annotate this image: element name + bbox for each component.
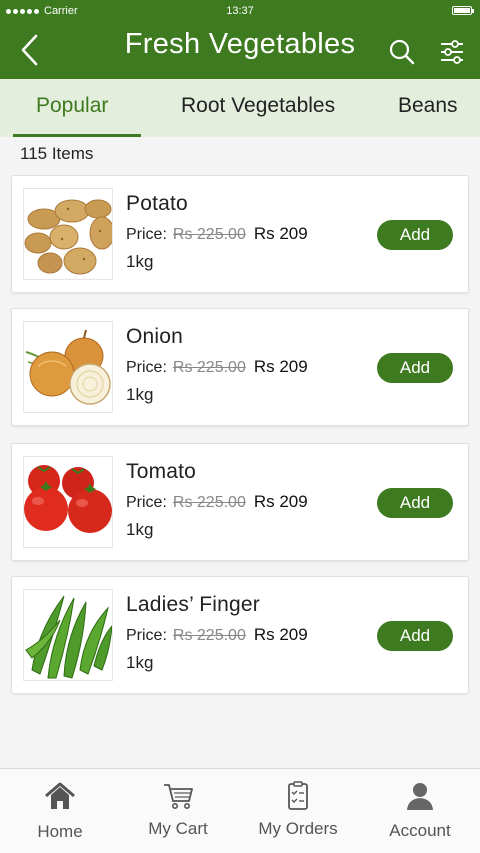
product-name: Ladies’ Finger [126, 593, 260, 616]
price-row: Price: Rs 225.00 Rs 209 [126, 224, 308, 244]
product-card: Potato Price: Rs 225.00 Rs 209 1kg Add [11, 175, 469, 293]
tab-root-vegetables[interactable]: Root Vegetables [181, 94, 335, 118]
search-icon[interactable] [384, 34, 420, 70]
product-quantity: 1kg [126, 385, 154, 404]
product-name: Onion [126, 325, 184, 348]
app-header: Fresh Vegetables [0, 22, 480, 79]
price-label: Price: [126, 226, 167, 243]
category-tabs: Popular Root Vegetables Beans [0, 79, 480, 137]
nav-account-label: Account [389, 821, 451, 840]
new-price: Rs 209 [253, 625, 308, 644]
items-count: 115 Items [20, 144, 94, 163]
tab-popular[interactable]: Popular [36, 94, 108, 118]
old-price: Rs 225.00 [172, 494, 246, 511]
product-name: Tomato [126, 460, 197, 483]
nav-cart-label: My Cart [148, 819, 208, 838]
active-tab-indicator [13, 134, 141, 137]
add-button[interactable]: Add [377, 220, 453, 250]
old-price: Rs 225.00 [172, 359, 246, 376]
account-icon [402, 781, 438, 811]
nav-orders-label: My Orders [258, 819, 338, 838]
page-title: Fresh Vegetables [124, 28, 356, 60]
product-card: Onion Price: Rs 225.00 Rs 209 1kg Add [11, 308, 469, 426]
product-quantity: 1kg [126, 252, 154, 271]
product-quantity: 1kg [126, 520, 154, 539]
product-quantity: 1kg [126, 653, 154, 672]
nav-home[interactable]: Home [0, 769, 120, 853]
add-button[interactable]: Add [377, 353, 453, 383]
new-price: Rs 209 [253, 492, 308, 511]
nav-account[interactable]: Account [360, 769, 480, 853]
price-row: Price: Rs 225.00 Rs 209 [126, 492, 308, 512]
product-card: Tomato Price: Rs 225.00 Rs 209 1kg Add [11, 443, 469, 561]
price-label: Price: [126, 627, 167, 644]
price-row: Price: Rs 225.00 Rs 209 [126, 625, 308, 645]
tab-beans[interactable]: Beans [398, 94, 458, 118]
new-price: Rs 209 [253, 224, 308, 243]
nav-orders[interactable]: My Orders [238, 769, 358, 853]
nav-home-label: Home [37, 822, 83, 841]
status-time: 13:37 [226, 5, 254, 17]
product-card: Ladies’ Finger Price: Rs 225.00 Rs 209 1… [11, 576, 469, 694]
okra-image [23, 589, 113, 681]
tomato-image [23, 456, 113, 548]
old-price: Rs 225.00 [172, 627, 246, 644]
old-price: Rs 225.00 [172, 226, 246, 243]
nav-cart[interactable]: My Cart [118, 769, 238, 853]
price-label: Price: [126, 359, 167, 376]
new-price: Rs 209 [253, 357, 308, 376]
back-icon[interactable] [10, 30, 50, 70]
add-button[interactable]: Add [377, 621, 453, 651]
status-bar: Carrier 13:37 [0, 0, 480, 22]
battery-icon [452, 6, 474, 15]
product-name: Potato [126, 192, 188, 215]
bottom-nav: Home My Cart My Orders Account [0, 768, 480, 853]
potato-image [23, 188, 113, 280]
add-button[interactable]: Add [377, 488, 453, 518]
orders-icon [280, 781, 316, 811]
onion-image [23, 321, 113, 413]
price-row: Price: Rs 225.00 Rs 209 [126, 357, 308, 377]
price-label: Price: [126, 494, 167, 511]
home-icon [42, 781, 78, 811]
cart-icon [160, 781, 196, 811]
filter-icon[interactable] [434, 34, 470, 70]
